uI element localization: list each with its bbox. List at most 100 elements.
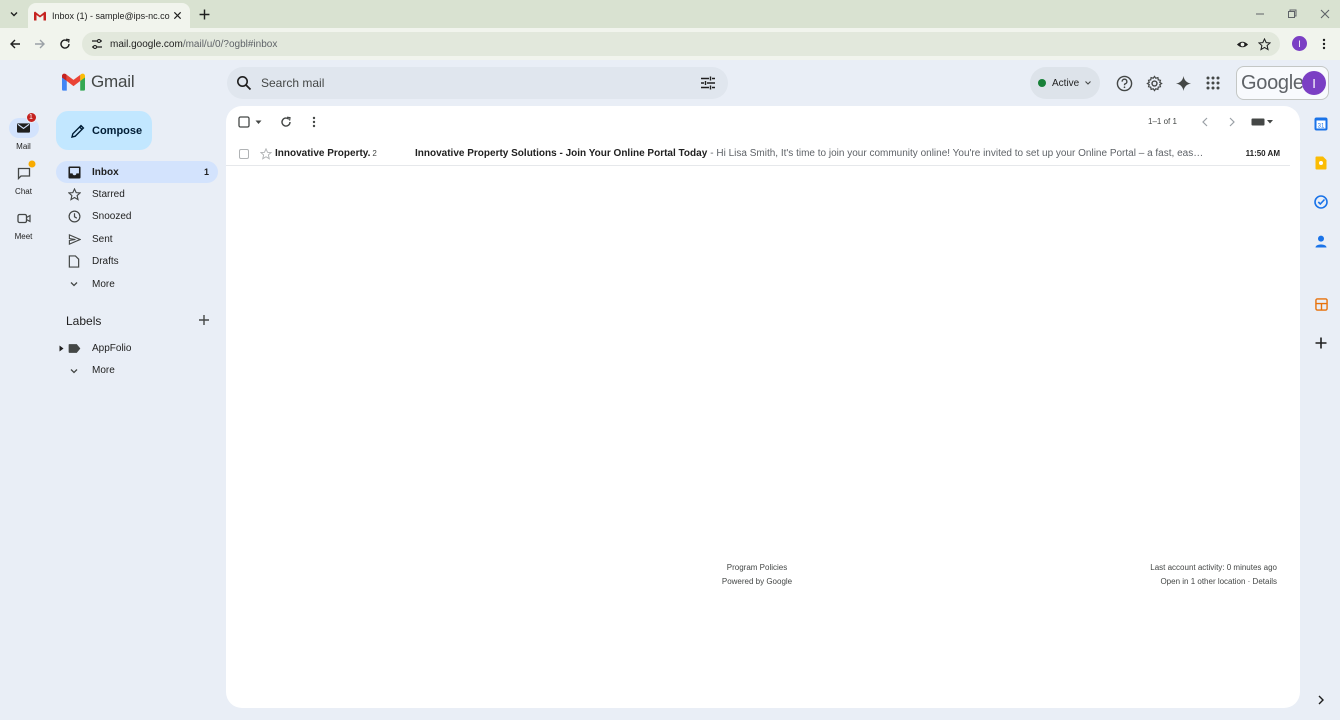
tasks-app-button[interactable] [1313,194,1329,210]
restore-window-button[interactable] [1284,6,1300,22]
label-name: More [92,365,115,377]
newer-button[interactable] [1198,115,1212,129]
tab-search-button[interactable] [4,4,24,24]
draft-icon [67,255,81,269]
mailbox-nav: Inbox 1 Starred Snoozed Sent Drafts More [56,161,218,295]
email-sender: Innovative Property. 2 [275,148,415,159]
input-tools-button[interactable] [1251,115,1273,129]
eye-icon [1236,41,1248,47]
close-window-button[interactable] [1317,6,1333,22]
pencil-icon [71,124,85,138]
keep-app-button[interactable] [1313,155,1329,171]
powered-by-text: Powered by Google [721,577,793,586]
select-all-checkbox[interactable] [237,115,251,129]
appfolio-addon-button[interactable] [1313,296,1329,312]
app-rail: 1 Mail Chat Meet [0,60,47,720]
create-label-button[interactable] [198,314,212,328]
rail-item-mail[interactable]: 1 Mail [0,112,47,151]
reload-icon [60,38,70,49]
rail-item-chat[interactable]: Chat [0,160,47,196]
select-options-dropdown[interactable] [253,115,263,129]
status-label: Active [1052,77,1080,89]
browser-toolbar: mail.google.com/mail/u/0/?ogbl#inbox [0,28,1340,60]
search-options-icon[interactable] [700,75,716,91]
tracking-protection-button[interactable] [1234,36,1250,52]
other-locations-text: Open in 1 other location [1160,577,1246,586]
older-button[interactable] [1225,115,1239,129]
chevron-down-icon [67,277,81,291]
more-vert-icon [1322,38,1326,50]
rail-label-chat: Chat [15,187,32,196]
get-addons-button[interactable] [1313,335,1329,351]
account-avatar[interactable]: I [1302,71,1326,95]
nav-item-drafts[interactable]: Drafts [56,251,218,273]
status-selector[interactable]: Active [1030,67,1100,99]
refresh-button[interactable] [279,115,293,129]
last-activity-text: Last account activity: 0 minutes ago [1150,563,1277,572]
table-row[interactable]: Innovative Property. 2 Innovative Propert… [226,142,1290,166]
nav-label: Snoozed [92,211,132,223]
nav-item-inbox[interactable]: Inbox 1 [56,161,218,184]
chevron-down-icon [10,12,18,17]
google-wordmark: Google [1241,72,1304,94]
compose-label: Compose [92,124,143,137]
row-checkbox[interactable] [239,148,249,159]
nav-item-starred[interactable]: Starred [56,183,218,205]
browser-tab-inbox[interactable]: Inbox (1) - sample@ips-nc.com [28,3,190,28]
nav-item-more[interactable]: More [56,273,218,295]
labels-more[interactable]: More [56,359,218,381]
details-link[interactable]: Details [1253,577,1277,586]
address-bar[interactable]: mail.google.com/mail/u/0/?ogbl#inbox [82,32,1280,56]
forward-button[interactable] [32,36,48,52]
reload-button[interactable] [57,36,73,52]
gmail-favicon-icon [34,11,46,20]
star-icon[interactable] [260,147,272,160]
send-icon [67,232,81,246]
new-tab-button[interactable] [196,6,212,22]
hide-side-panel-button[interactable] [1313,692,1329,708]
activity-details-line: Open in 1 other location · Details [1150,575,1277,589]
contacts-app-button[interactable] [1313,233,1329,249]
pagination-text: 1–1 of 1 [1148,117,1177,126]
bookmark-button[interactable] [1256,36,1272,52]
expand-arrow-icon[interactable] [59,345,64,352]
browser-profile-avatar[interactable]: I [1292,36,1307,51]
tab-close-button[interactable] [170,9,184,23]
calendar-icon: 31 [1314,117,1328,131]
google-apps-button[interactable] [1203,73,1223,93]
sparkle-icon [1175,75,1191,91]
support-button[interactable] [1114,73,1134,93]
label-item-appfolio[interactable]: AppFolio [56,337,218,359]
google-account-button[interactable]: Google I [1236,66,1329,100]
calendar-app-button[interactable]: 31 [1313,116,1329,132]
browser-menu-button[interactable] [1316,36,1332,52]
url-domain: mail.google.com [110,38,183,50]
gear-icon [1145,74,1163,92]
more-actions-button[interactable] [307,115,321,129]
nav-item-sent[interactable]: Sent [56,228,218,250]
gmail-logo[interactable]: Gmail [62,72,135,92]
addon-icon [1314,297,1328,311]
search-bar[interactable] [227,67,728,99]
email-time: 11:50 AM [1245,149,1280,158]
settings-button[interactable] [1144,73,1164,93]
rail-label-mail: Mail [16,142,31,151]
search-icon[interactable] [236,75,252,91]
chat-icon [17,167,30,180]
compose-button[interactable]: Compose [56,111,152,150]
minimize-icon [1256,13,1264,15]
back-button[interactable] [7,36,23,52]
account-activity: Last account activity: 0 minutes ago Ope… [1150,561,1277,589]
nav-item-snoozed[interactable]: Snoozed [56,206,218,228]
rail-chat-pill [9,160,39,183]
program-policies-link[interactable]: Program Policies [696,561,818,575]
arrow-right-icon [35,39,45,49]
plus-icon [199,9,209,19]
gemini-button[interactable] [1173,73,1193,93]
search-input[interactable] [261,76,681,90]
site-settings-icon [92,39,102,49]
rail-item-meet[interactable]: Meet [0,208,47,241]
close-icon [173,11,181,20]
email-subject: Innovative Property Solutions - Join You… [415,148,708,159]
minimize-window-button[interactable] [1252,6,1268,22]
